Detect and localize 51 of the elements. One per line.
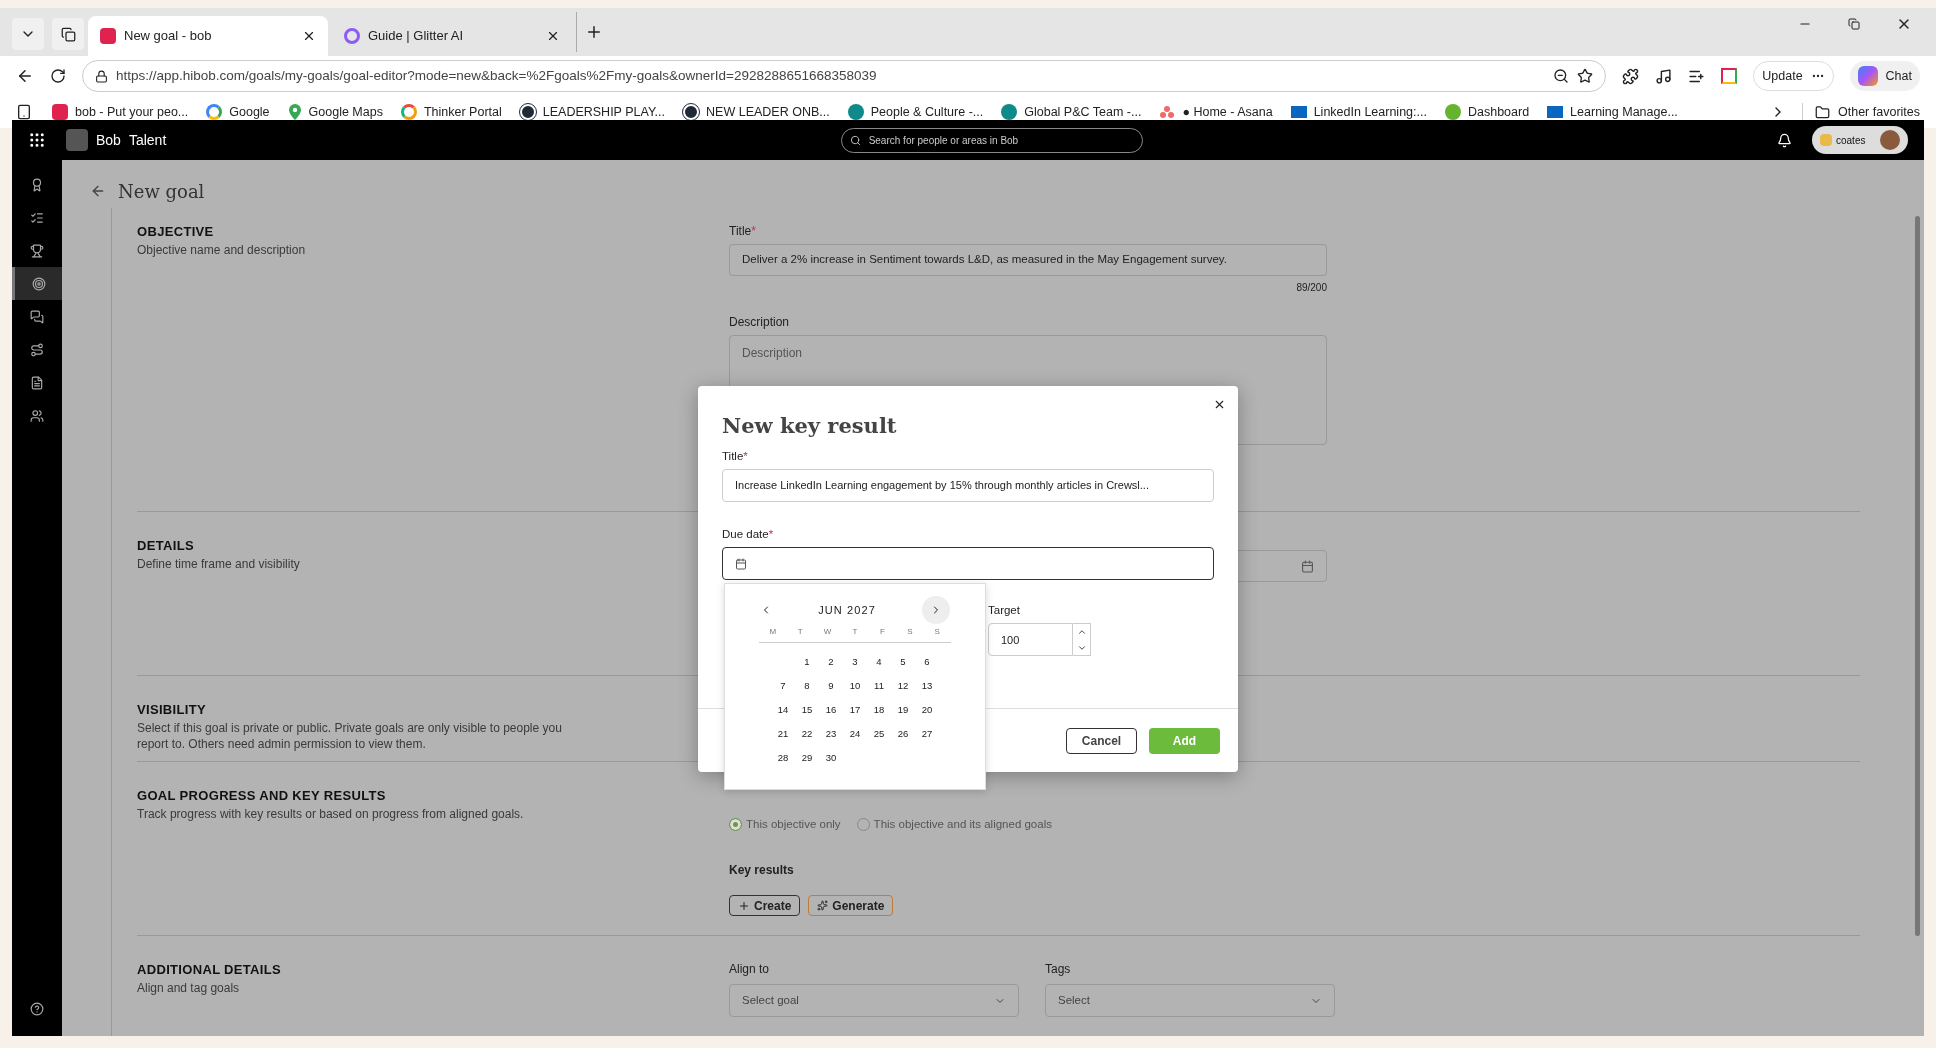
user-name: coates bbox=[1836, 133, 1867, 148]
weekday-label: T bbox=[851, 626, 859, 638]
search-placeholder: Search for people or areas in Bob bbox=[868, 133, 1019, 148]
field-label: Title* bbox=[729, 223, 757, 240]
weekday-label: S bbox=[933, 626, 941, 638]
other-favorites-text: Other favorites bbox=[1838, 103, 1920, 121]
bookmark-label: ● Home - Asana bbox=[1182, 103, 1273, 121]
bookmark-label: LinkedIn Learning:... bbox=[1313, 103, 1427, 121]
section-heading: ADDITIONAL DETAILS bbox=[137, 961, 283, 979]
weekday-label: M bbox=[768, 626, 778, 638]
field-label: Tags bbox=[1045, 961, 1072, 978]
bookmark-label: LEADERSHIP PLAY... bbox=[542, 103, 666, 121]
bookmark-label: NEW LEADER ONB... bbox=[706, 103, 830, 121]
section-subtitle: Select if this goal is private or public. Private goals are only visible to people you report to. Others need admin permission to view them. bbox=[137, 719, 563, 752]
character-counter: 89/200 bbox=[1296, 281, 1327, 295]
radio-label: This objective only bbox=[746, 817, 841, 832]
tab-title: New goal - bob bbox=[124, 27, 213, 46]
section-heading: DETAILS bbox=[137, 537, 195, 555]
weekday-label: W bbox=[822, 626, 833, 638]
bookmark-label: bob - Put your peo... bbox=[75, 103, 189, 121]
section-subtitle: Track progress with key results or based on progress from aligned goals. bbox=[137, 805, 525, 822]
bookmark-label: Google bbox=[229, 103, 270, 121]
bookmark-label: Google Maps bbox=[308, 103, 383, 121]
bookmark-label: Dashboard bbox=[1467, 103, 1530, 121]
field-label: Target bbox=[988, 603, 1021, 618]
radio-label: This objective and its aligned goals bbox=[873, 817, 1052, 832]
bookmark-label: People & Culture -... bbox=[870, 103, 984, 121]
section-heading: VISIBILITY bbox=[137, 701, 207, 719]
bookmark-label: Global P&C Team -... bbox=[1024, 103, 1142, 121]
dialog-title: New key result bbox=[722, 412, 898, 440]
weekday-label: F bbox=[878, 626, 886, 638]
field-label: Title* bbox=[722, 448, 749, 464]
section-heading: GOAL PROGRESS AND KEY RESULTS bbox=[137, 787, 387, 805]
field-label: Due date* bbox=[722, 526, 775, 542]
url-text: https://app.hibob.com/goals/my-goals/goal-editor?mode=new&back=%2Fgoals%2Fmy-goals&ownerId=2928288651668358039 bbox=[116, 66, 878, 85]
section-subtitle: Objective name and description bbox=[137, 241, 307, 258]
section-heading: OBJECTIVE bbox=[137, 223, 215, 241]
bookmark-label: Thinker Portal bbox=[423, 103, 502, 121]
weekday-label: S bbox=[906, 626, 914, 638]
page-title: New goal bbox=[118, 179, 205, 204]
field-label: Align to bbox=[729, 961, 771, 978]
key-results-label: Key results bbox=[729, 862, 795, 880]
section-subtitle: Align and tag goals bbox=[137, 979, 241, 996]
month-label: JUN 2027 bbox=[818, 602, 876, 618]
tab-title: Guide | Glitter AI bbox=[368, 27, 465, 46]
section-subtitle: Define time frame and visibility bbox=[137, 555, 301, 572]
brand-name: Bob bbox=[96, 130, 121, 150]
bookmark-label: Learning Manage... bbox=[1570, 103, 1678, 121]
weekday-label: T bbox=[796, 626, 804, 638]
product-name: Talent bbox=[128, 130, 167, 150]
field-label: Description bbox=[729, 314, 791, 331]
